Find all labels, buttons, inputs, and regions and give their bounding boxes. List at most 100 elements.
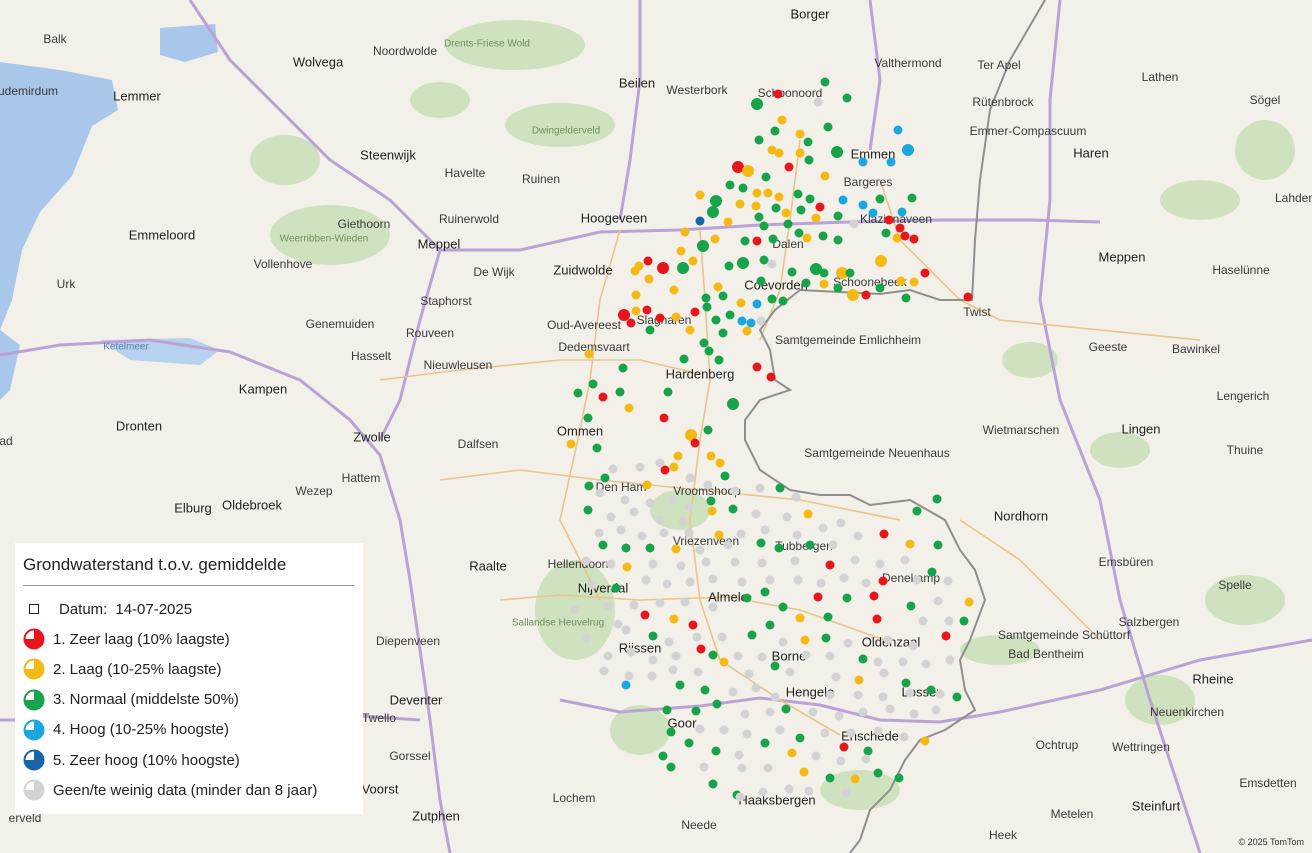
station-marker[interactable] <box>912 506 922 516</box>
station-marker[interactable] <box>846 728 856 738</box>
station-marker[interactable] <box>708 574 718 584</box>
station-marker[interactable] <box>608 464 618 474</box>
station-marker[interactable] <box>850 555 860 565</box>
station-marker[interactable] <box>751 509 761 519</box>
station-marker[interactable] <box>803 137 813 147</box>
station-marker[interactable] <box>703 425 713 435</box>
station-marker[interactable] <box>723 540 733 550</box>
station-marker[interactable] <box>804 786 814 796</box>
station-marker[interactable] <box>595 488 605 498</box>
station-marker[interactable] <box>637 531 647 541</box>
station-marker[interactable] <box>898 657 908 667</box>
station-marker[interactable] <box>737 316 747 326</box>
station-marker[interactable] <box>631 290 641 300</box>
station-marker[interactable] <box>641 575 651 585</box>
station-marker[interactable] <box>768 234 778 244</box>
station-marker[interactable] <box>902 144 914 156</box>
station-marker[interactable] <box>825 690 835 700</box>
station-marker[interactable] <box>712 699 722 709</box>
station-marker[interactable] <box>708 650 718 660</box>
station-marker[interactable] <box>685 577 695 587</box>
station-marker[interactable] <box>805 194 815 204</box>
station-marker[interactable] <box>662 705 672 715</box>
station-marker[interactable] <box>761 172 771 182</box>
station-marker[interactable] <box>710 234 720 244</box>
station-marker[interactable] <box>861 290 871 300</box>
station-marker[interactable] <box>648 631 658 641</box>
station-marker[interactable] <box>820 728 830 738</box>
station-marker[interactable] <box>676 246 686 256</box>
station-marker[interactable] <box>854 675 864 685</box>
station-marker[interactable] <box>872 614 882 624</box>
station-marker[interactable] <box>831 672 841 682</box>
station-marker[interactable] <box>897 207 907 217</box>
station-marker[interactable] <box>584 349 594 359</box>
station-marker[interactable] <box>801 278 811 288</box>
station-marker[interactable] <box>598 540 608 550</box>
station-marker[interactable] <box>932 494 942 504</box>
station-marker[interactable] <box>684 738 694 748</box>
station-marker[interactable] <box>662 579 672 589</box>
station-marker[interactable] <box>901 293 911 303</box>
station-marker[interactable] <box>666 727 676 737</box>
station-marker[interactable] <box>811 751 821 761</box>
station-marker[interactable] <box>933 540 943 550</box>
station-marker[interactable] <box>642 305 652 315</box>
station-marker[interactable] <box>843 638 853 648</box>
station-marker[interactable] <box>767 294 777 304</box>
station-marker[interactable] <box>868 208 878 218</box>
station-marker[interactable] <box>584 481 594 491</box>
station-marker[interactable] <box>728 687 738 697</box>
station-marker[interactable] <box>873 726 883 736</box>
station-marker[interactable] <box>787 748 797 758</box>
station-marker[interactable] <box>695 216 705 226</box>
station-marker[interactable] <box>836 518 846 528</box>
station-marker[interactable] <box>719 657 729 667</box>
station-marker[interactable] <box>813 97 823 107</box>
station-marker[interactable] <box>635 462 645 472</box>
station-marker[interactable] <box>754 212 764 222</box>
station-marker[interactable] <box>737 577 747 587</box>
station-marker[interactable] <box>583 505 593 515</box>
station-marker[interactable] <box>787 267 797 277</box>
station-marker[interactable] <box>629 507 639 517</box>
station-marker[interactable] <box>825 651 835 661</box>
station-marker[interactable] <box>655 598 665 608</box>
station-marker[interactable] <box>845 268 855 278</box>
station-marker[interactable] <box>737 257 749 269</box>
station-marker[interactable] <box>900 231 910 241</box>
station-marker[interactable] <box>899 732 909 742</box>
station-marker[interactable] <box>770 692 780 702</box>
station-marker[interactable] <box>657 262 669 274</box>
station-marker[interactable] <box>884 215 894 225</box>
station-marker[interactable] <box>894 773 904 783</box>
station-marker[interactable] <box>833 283 843 293</box>
station-marker[interactable] <box>728 504 738 514</box>
station-marker[interactable] <box>823 122 833 132</box>
station-marker[interactable] <box>685 325 695 335</box>
station-marker[interactable] <box>765 707 775 717</box>
station-marker[interactable] <box>774 192 784 202</box>
station-marker[interactable] <box>723 217 733 227</box>
station-marker[interactable] <box>583 413 593 423</box>
station-marker[interactable] <box>886 157 896 167</box>
station-marker[interactable] <box>645 543 655 553</box>
station-marker[interactable] <box>673 451 683 461</box>
station-marker[interactable] <box>873 768 883 778</box>
station-marker[interactable] <box>771 203 781 213</box>
station-marker[interactable] <box>943 576 953 586</box>
station-marker[interactable] <box>752 362 762 372</box>
station-marker[interactable] <box>757 558 767 568</box>
station-marker[interactable] <box>875 255 887 267</box>
station-marker[interactable] <box>645 325 655 335</box>
station-marker[interactable] <box>692 632 702 642</box>
station-marker[interactable] <box>668 665 678 675</box>
station-marker[interactable] <box>763 763 773 773</box>
station-marker[interactable] <box>752 188 762 198</box>
station-marker[interactable] <box>736 298 746 308</box>
station-marker[interactable] <box>853 531 863 541</box>
station-marker[interactable] <box>799 767 809 777</box>
station-marker[interactable] <box>778 296 788 306</box>
station-marker[interactable] <box>690 307 700 317</box>
station-marker[interactable] <box>679 354 689 364</box>
